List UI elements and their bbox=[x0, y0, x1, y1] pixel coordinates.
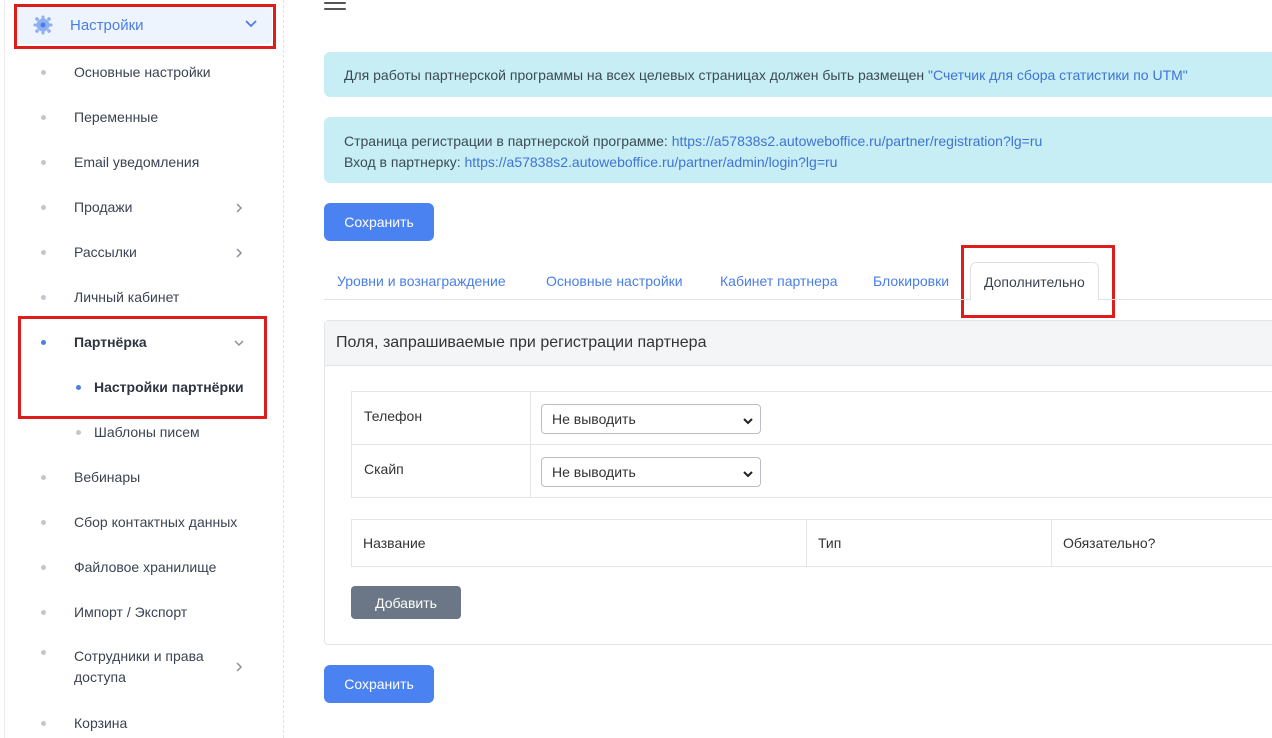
bullet-icon bbox=[41, 295, 46, 300]
bullet-icon bbox=[41, 70, 46, 75]
sidebar-item-partner-settings[interactable]: Настройки партнёрки bbox=[0, 372, 284, 402]
column-header-required: Обязательно? bbox=[1063, 535, 1156, 551]
card-title: Поля, запрашиваемые при регистрации парт… bbox=[325, 321, 1272, 366]
fields-table: Телефон Не выводить Скайп Не выводить bbox=[351, 391, 1272, 498]
sidebar-item-personal-cabinet[interactable]: Личный кабинет bbox=[0, 282, 284, 312]
sidebar-item-webinars[interactable]: Вебинары bbox=[0, 462, 284, 492]
chevron-right-icon bbox=[233, 201, 245, 217]
sidebar-item-label: Email уведомления bbox=[74, 154, 200, 170]
sidebar-item-import-export[interactable]: Импорт / Экспорт bbox=[0, 597, 284, 627]
table-row: Скайп Не выводить bbox=[352, 445, 1272, 498]
custom-fields-table-header: Название Тип Обязательно? bbox=[351, 519, 1272, 567]
sidebar-item-file-storage[interactable]: Файловое хранилище bbox=[0, 552, 284, 582]
sidebar-item-label: Переменные bbox=[74, 109, 159, 125]
bullet-icon bbox=[76, 385, 81, 390]
skype-select[interactable]: Не выводить bbox=[541, 457, 761, 487]
sidebar-item-label: Файловое хранилище bbox=[74, 559, 217, 575]
sidebar-item-trash[interactable]: Корзина bbox=[0, 708, 284, 738]
column-header-type: Тип bbox=[807, 520, 1052, 566]
bullet-icon bbox=[41, 721, 46, 726]
sidebar: Настройки Основные настройки Переменные … bbox=[0, 0, 284, 738]
chevron-down-icon bbox=[233, 336, 245, 352]
tab-levels-rewards[interactable]: Уровни и вознаграждение bbox=[337, 262, 506, 300]
tab-bar: Уровни и вознаграждение Основные настрой… bbox=[324, 262, 1272, 301]
sidebar-item-label: Шаблоны писем bbox=[94, 424, 200, 440]
skype-select-value: Не выводить bbox=[552, 464, 636, 480]
login-link[interactable]: https://a57838s2.autoweboffice.ru/partne… bbox=[465, 154, 838, 170]
sidebar-item-staff-access[interactable]: Сотрудники и права доступа bbox=[0, 645, 284, 689]
save-button-top[interactable]: Сохранить bbox=[324, 203, 434, 241]
sidebar-item-sales[interactable]: Продажи bbox=[0, 192, 284, 222]
bullet-icon bbox=[41, 565, 46, 570]
menu-toggle-icon[interactable] bbox=[324, 0, 346, 12]
field-label-skype: Скайп bbox=[364, 461, 404, 477]
sidebar-item-letter-templates[interactable]: Шаблоны писем bbox=[0, 417, 284, 447]
sidebar-item-label: Основные настройки bbox=[74, 64, 211, 80]
column-header-name: Название bbox=[352, 520, 807, 566]
phone-select-value: Не выводить bbox=[552, 411, 636, 427]
bullet-icon bbox=[76, 430, 81, 435]
sidebar-item-label: Настройки партнёрки bbox=[94, 379, 244, 395]
bullet-icon bbox=[41, 475, 46, 480]
sidebar-item-basic-settings[interactable]: Основные настройки bbox=[0, 57, 284, 87]
sidebar-item-email-notifications[interactable]: Email уведомления bbox=[0, 147, 284, 177]
bullet-icon bbox=[41, 160, 46, 165]
sidebar-item-partner-program[interactable]: Партнёрка bbox=[0, 327, 284, 357]
partner-links-alert: Страница регистрации в партнерской прогр… bbox=[324, 117, 1272, 183]
registration-fields-card: Поля, запрашиваемые при регистрации парт… bbox=[324, 320, 1272, 645]
sidebar-item-contact-collection[interactable]: Сбор контактных данных bbox=[0, 507, 284, 537]
add-field-button[interactable]: Добавить bbox=[351, 586, 461, 619]
sidebar-item-label: Сотрудники и права доступа bbox=[74, 648, 204, 685]
login-label: Вход в партнерку: bbox=[344, 154, 465, 170]
bullet-icon bbox=[41, 115, 46, 120]
sidebar-item-label: Партнёрка bbox=[74, 334, 147, 350]
chevron-down-icon bbox=[244, 16, 258, 35]
registration-link[interactable]: https://a57838s2.autoweboffice.ru/partne… bbox=[672, 133, 1043, 149]
sidebar-item-label: Продажи bbox=[74, 199, 133, 215]
sidebar-item-label: Личный кабинет bbox=[74, 289, 180, 305]
gear-icon bbox=[32, 14, 54, 36]
bullet-icon bbox=[41, 650, 46, 655]
utm-counter-link[interactable]: "Счетчик для сбора статистики по UTM" bbox=[928, 67, 1188, 83]
tab-additional[interactable]: Дополнительно bbox=[970, 262, 1099, 301]
registration-label: Страница регистрации в партнерской прогр… bbox=[344, 133, 672, 149]
utm-alert-text: Для работы партнерской программы на всех… bbox=[344, 66, 929, 83]
phone-select[interactable]: Не выводить bbox=[541, 404, 761, 434]
save-button-bottom[interactable]: Сохранить bbox=[324, 665, 434, 703]
chevron-down-icon bbox=[742, 414, 754, 430]
tab-partner-cabinet[interactable]: Кабинет партнера bbox=[720, 262, 837, 300]
tab-blocks[interactable]: Блокировки bbox=[873, 262, 949, 300]
sidebar-item-variables[interactable]: Переменные bbox=[0, 102, 284, 132]
sidebar-item-label: Вебинары bbox=[74, 469, 141, 485]
sidebar-item-label: Импорт / Экспорт bbox=[74, 604, 188, 620]
chevron-right-icon bbox=[233, 246, 245, 262]
utm-alert: Для работы партнерской программы на всех… bbox=[324, 52, 1272, 97]
bullet-icon bbox=[41, 205, 46, 210]
sidebar-item-label: Рассылки bbox=[74, 244, 137, 260]
chevron-right-icon bbox=[233, 660, 245, 676]
chevron-down-icon bbox=[742, 467, 754, 483]
sidebar-item-label: Корзина bbox=[74, 715, 128, 731]
sidebar-item-label: Сбор контактных данных bbox=[74, 514, 238, 530]
field-label-phone: Телефон bbox=[364, 408, 423, 424]
bullet-icon bbox=[41, 610, 46, 615]
sidebar-header-settings[interactable]: Настройки bbox=[16, 6, 272, 44]
sidebar-item-mailings[interactable]: Рассылки bbox=[0, 237, 284, 267]
bullet-icon bbox=[41, 520, 46, 525]
sidebar-header-label: Настройки bbox=[70, 16, 144, 34]
bullet-icon bbox=[41, 340, 46, 345]
table-row: Телефон Не выводить bbox=[352, 392, 1272, 445]
bullet-icon bbox=[41, 250, 46, 255]
tab-basic-settings[interactable]: Основные настройки bbox=[546, 262, 683, 300]
